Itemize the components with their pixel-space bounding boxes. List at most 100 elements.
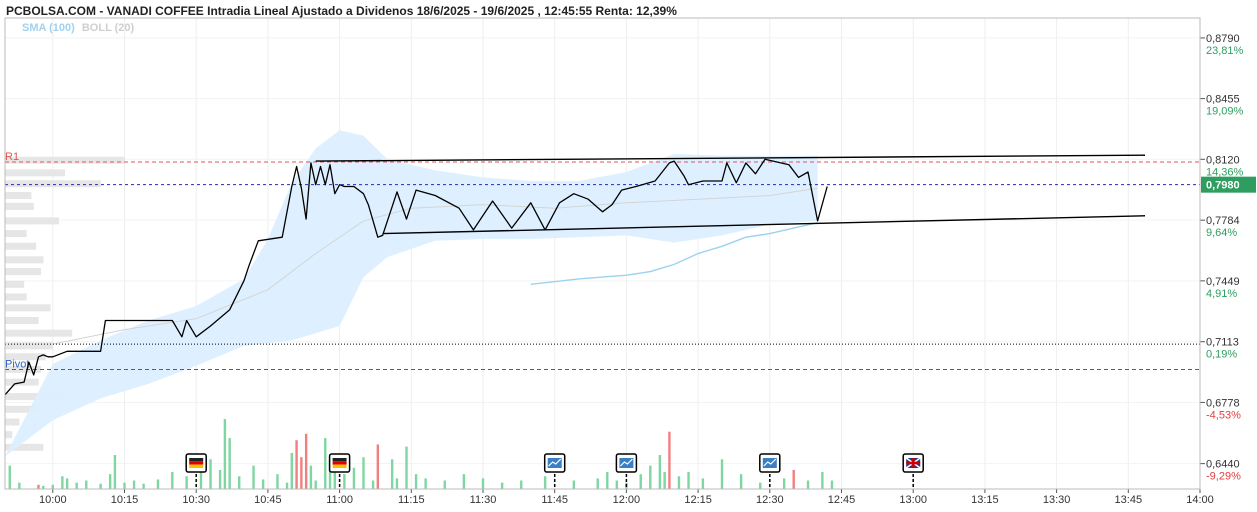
- y-tick-label: 0,6778: [1206, 397, 1240, 409]
- volume-bar: [405, 446, 408, 489]
- volume-profile-bar: [5, 329, 73, 337]
- volume-profile-bar: [5, 280, 25, 288]
- chart-report-icon: [543, 453, 566, 473]
- volume-bar: [663, 472, 666, 489]
- volume-bar: [285, 482, 289, 489]
- volume-bar: [290, 452, 293, 489]
- volume-bar: [390, 459, 394, 489]
- x-axis: 10:00 10:15 10:30 10:45 11:00 11:15 11:30 11:45…: [39, 489, 1214, 506]
- volume-bar: [830, 480, 834, 489]
- uk-flag-icon: [902, 453, 924, 473]
- flag-stripe: [332, 464, 347, 468]
- volume-bar: [309, 465, 313, 489]
- r1-label: R1: [5, 151, 19, 163]
- x-tick-label: 10:45: [254, 494, 282, 506]
- x-tick-label: 13:00: [899, 494, 927, 506]
- y-tick-percent: 14,36%: [1206, 166, 1244, 178]
- volume-bar: [108, 474, 112, 489]
- volume-bar: [85, 480, 88, 489]
- volume-bar: [572, 480, 576, 489]
- volume-profile-bar: [5, 156, 125, 164]
- y-tick-percent: 9,64%: [1206, 227, 1237, 239]
- volume-bar: [821, 472, 824, 489]
- volume-profile-bar: [5, 293, 27, 301]
- volume-bar: [520, 480, 523, 489]
- y-tick-label: 0,7784: [1206, 215, 1240, 227]
- volume-bar: [142, 483, 145, 489]
- volume-bar: [443, 480, 446, 489]
- volume-bar: [701, 478, 705, 489]
- volume-bar: [615, 480, 619, 489]
- x-tick-label: 12:00: [613, 494, 641, 506]
- x-tick-label: 10:30: [182, 494, 210, 506]
- volume-bar: [261, 479, 265, 489]
- volume-profile-bar: [5, 317, 39, 325]
- x-tick-label: 11:00: [326, 494, 353, 506]
- volume-bar: [352, 467, 356, 489]
- volume-bar: [37, 484, 40, 489]
- volume-bar: [18, 482, 21, 489]
- volume-bar: [658, 455, 662, 489]
- volume-bar: [123, 482, 126, 489]
- y-tick-label: 0,7113: [1206, 337, 1239, 349]
- volume-bar: [51, 484, 54, 489]
- volume-bar: [639, 474, 642, 489]
- y-tick-label: 0,7449: [1206, 276, 1240, 288]
- volume-bar: [606, 472, 609, 489]
- volume-bar: [424, 478, 427, 489]
- volume-bar: [462, 474, 466, 489]
- volume-bar: [543, 476, 547, 489]
- flag-cross: [906, 461, 921, 465]
- volume-profile-bar: [5, 169, 65, 177]
- volume-bar: [113, 455, 117, 489]
- volume-profile-bar: [5, 230, 27, 238]
- volume-bar: [596, 478, 599, 489]
- volume-bar: [362, 457, 365, 489]
- y-tick-percent: 0,19%: [1206, 349, 1237, 361]
- volume-bar: [649, 465, 652, 489]
- volume-bar: [481, 478, 485, 489]
- volume-bar: [739, 474, 743, 489]
- volume-bar: [238, 476, 241, 489]
- volume-profile-bar: [5, 242, 37, 250]
- volume-bar: [677, 476, 681, 489]
- chart-report-icon: [615, 453, 638, 473]
- y-tick-label: 0,6440: [1206, 459, 1240, 471]
- volume-bar: [371, 480, 375, 489]
- germany-flag-icon: [328, 453, 351, 473]
- volume-bar: [668, 431, 671, 489]
- volume-profile-bar: [5, 202, 34, 210]
- volume-bar: [314, 480, 317, 489]
- volume-profile-bar: [5, 268, 41, 276]
- x-tick-label: 12:30: [756, 494, 784, 506]
- volume-bar: [65, 478, 69, 489]
- volume-bar: [276, 474, 279, 489]
- volume-bar: [156, 479, 160, 489]
- volume-bar: [8, 465, 11, 489]
- price-chart[interactable]: R1Pivot 0,879023,81%0,845519,09%0,812014…: [0, 0, 1257, 512]
- volume-bar: [395, 478, 399, 489]
- volume-profile-bar: [5, 192, 32, 200]
- volume-bar: [792, 469, 795, 489]
- volume-profile-bar: [5, 342, 53, 350]
- y-tick-percent: 23,81%: [1206, 45, 1244, 57]
- volume-bar: [228, 438, 231, 489]
- flag-stripe: [332, 461, 347, 465]
- germany-flag-icon: [185, 453, 207, 473]
- volume-bar: [782, 478, 786, 489]
- grid: [5, 18, 1201, 489]
- y-tick-percent: 4,91%: [1206, 288, 1237, 300]
- x-tick-label: 10:00: [39, 494, 67, 506]
- flag-stripe: [189, 461, 204, 465]
- volume-bar: [61, 476, 64, 489]
- plot-frame: [4, 17, 1201, 490]
- volume-bar: [75, 482, 78, 489]
- volume-bar: [223, 419, 227, 489]
- y-tick-label: 0,8790: [1206, 33, 1240, 45]
- x-tick-label: 13:30: [1043, 494, 1071, 506]
- y-tick-label: 0,8120: [1206, 154, 1240, 166]
- volume-bar: [343, 474, 346, 489]
- y-tick-percent: 19,09%: [1206, 106, 1244, 118]
- y-tick-label: 0,8455: [1206, 94, 1240, 106]
- x-tick-label: 13:15: [971, 494, 999, 506]
